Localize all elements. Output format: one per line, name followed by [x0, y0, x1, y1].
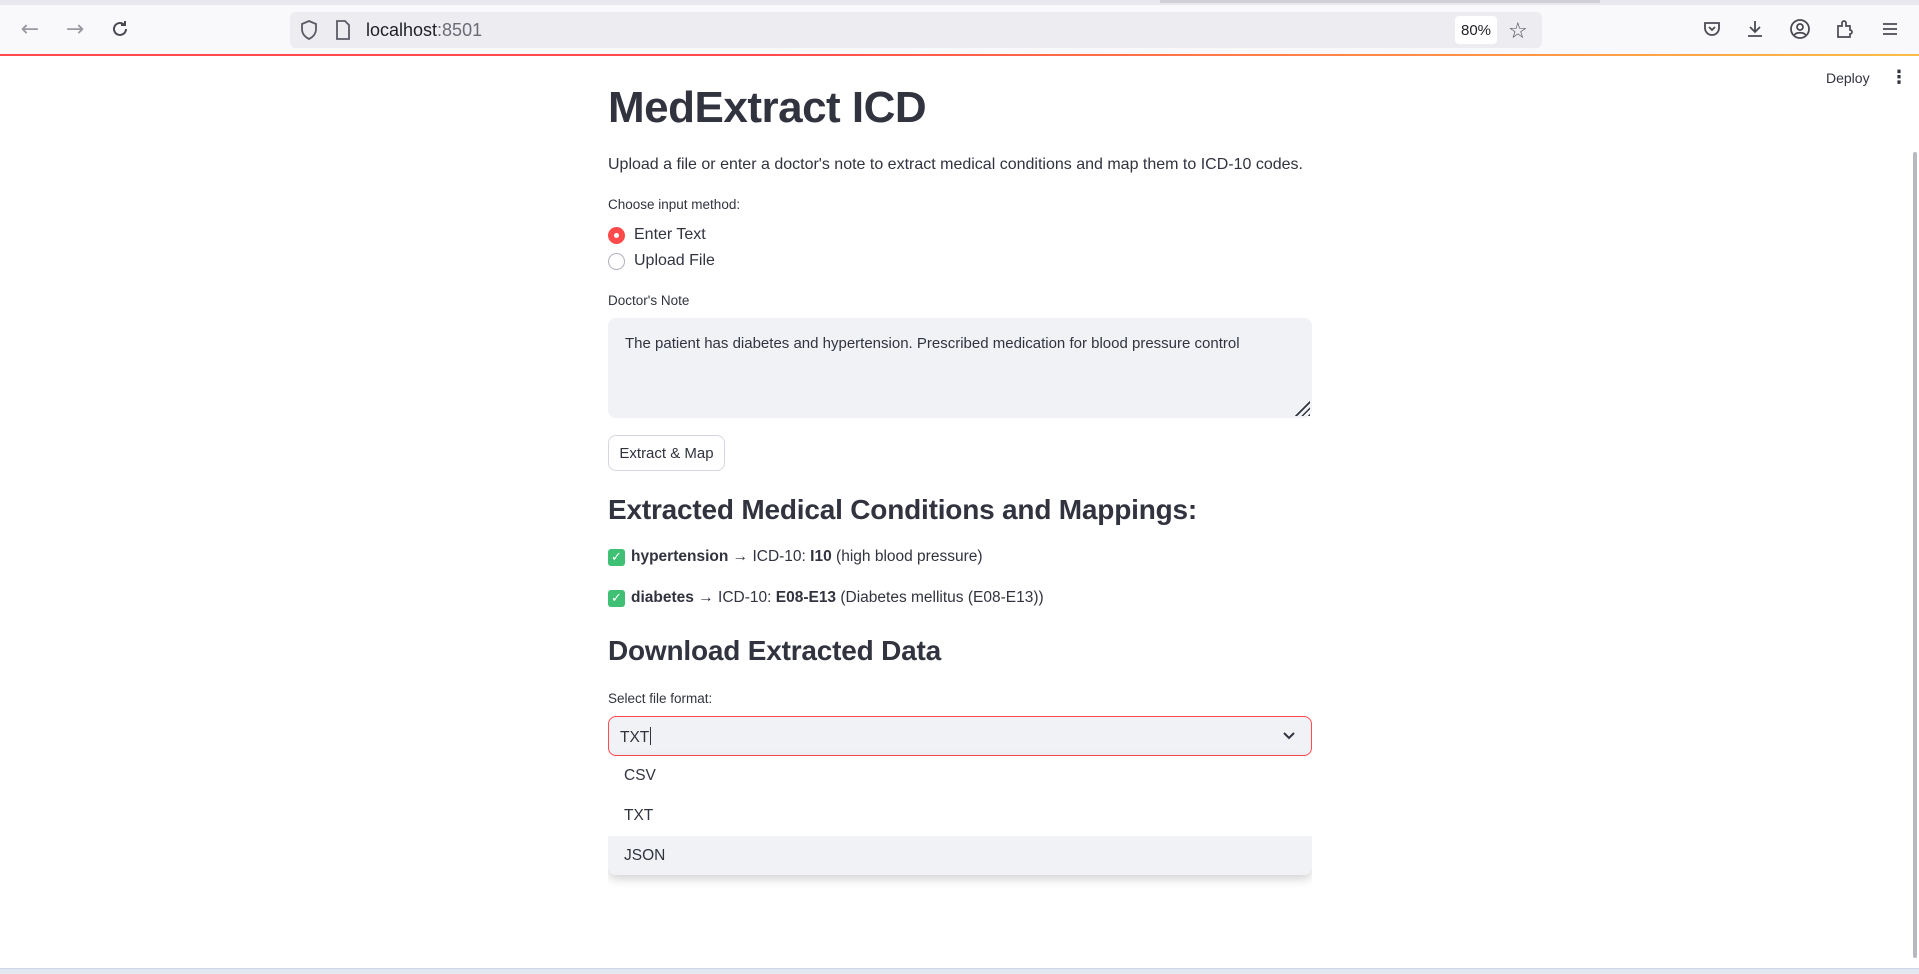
url-port: :8501: [437, 20, 483, 40]
text-caret: [650, 727, 652, 745]
doctors-note-label: Doctor's Note: [608, 293, 690, 308]
condition-row: ✓ hypertension → ICD-10: I10 (high blood…: [608, 548, 983, 566]
file-format-dropdown: CSV TXT JSON: [608, 756, 1312, 875]
select-value-text: TXT: [620, 729, 650, 746]
bottom-border: [0, 968, 1919, 974]
icd-description: (Diabetes mellitus (E08-E13)): [840, 589, 1044, 606]
page-title: MedExtract ICD: [608, 83, 927, 132]
page-icon[interactable]: [332, 19, 354, 41]
icd-prefix: ICD-10:: [752, 548, 806, 565]
menu-icon[interactable]: [1875, 14, 1905, 44]
scrollbar[interactable]: [1913, 152, 1917, 958]
input-method-label: Choose input method:: [608, 197, 741, 212]
back-icon[interactable]: ←: [15, 14, 45, 44]
select-input[interactable]: TXT: [620, 727, 652, 747]
file-format-label: Select file format:: [608, 691, 713, 706]
icd-code: E08-E13: [775, 589, 837, 606]
icd-code: I10: [810, 548, 832, 565]
pocket-icon[interactable]: [1697, 14, 1727, 44]
page-description: Upload a file or enter a doctor's note t…: [608, 156, 1303, 173]
tab-edge: [1160, 0, 1600, 3]
url-text[interactable]: localhost:8501: [366, 20, 482, 41]
results-heading: Extracted Medical Conditions and Mapping…: [608, 494, 1197, 525]
extract-map-button[interactable]: Extract & Map: [608, 435, 725, 471]
radio-label: Upload File: [634, 252, 715, 269]
tab-strip: [0, 0, 1919, 5]
option-csv[interactable]: CSV: [608, 756, 1312, 796]
shield-icon[interactable]: [298, 19, 320, 41]
radio-selected-icon[interactable]: [608, 226, 625, 244]
condition-row: ✓ diabetes → ICD-10: E08-E13 (Diabetes m…: [608, 589, 1044, 607]
file-format-select[interactable]: TXT: [608, 716, 1312, 756]
radio-label: Enter Text: [634, 226, 706, 243]
note-text: The patient has diabetes and hypertensio…: [625, 335, 1240, 352]
bookmark-star-icon[interactable]: ☆: [1508, 18, 1528, 44]
radio-upload-file[interactable]: Upload File: [608, 250, 715, 272]
condition-term: hypertension: [631, 548, 729, 565]
option-json[interactable]: JSON: [608, 836, 1312, 875]
resize-handle-icon[interactable]: [1294, 400, 1310, 416]
main-menu-icon[interactable]: ⋮: [1890, 68, 1908, 86]
url-host: localhost: [366, 20, 438, 40]
download-icon[interactable]: [1740, 14, 1770, 44]
icd-description: (high blood pressure): [836, 548, 983, 565]
forward-icon[interactable]: →: [60, 14, 90, 44]
extensions-icon[interactable]: [1830, 14, 1860, 44]
checkmark-icon: ✓: [608, 548, 625, 566]
doctors-note-textarea[interactable]: The patient has diabetes and hypertensio…: [608, 318, 1312, 418]
radio-unselected-icon[interactable]: [608, 252, 625, 270]
arrow: →: [698, 589, 714, 606]
icd-prefix: ICD-10:: [718, 589, 772, 606]
option-txt[interactable]: TXT: [608, 796, 1312, 836]
browser-toolbar: ← → localhost:8501 80% ☆: [0, 0, 1919, 55]
address-bar[interactable]: localhost:8501 80% ☆: [290, 12, 1542, 48]
download-heading: Download Extracted Data: [608, 635, 942, 666]
zoom-level[interactable]: 80%: [1455, 16, 1497, 44]
main-content: MedExtract ICD Upload a file or enter a …: [608, 56, 1312, 968]
radio-enter-text[interactable]: Enter Text: [608, 224, 706, 246]
arrow: →: [732, 548, 749, 565]
chevron-down-icon[interactable]: [1279, 726, 1299, 746]
checkmark-icon: ✓: [608, 589, 625, 607]
reload-icon[interactable]: [105, 14, 135, 44]
account-icon[interactable]: [1785, 14, 1815, 44]
condition-term: diabetes: [631, 589, 694, 606]
deploy-button[interactable]: Deploy: [1826, 70, 1870, 86]
